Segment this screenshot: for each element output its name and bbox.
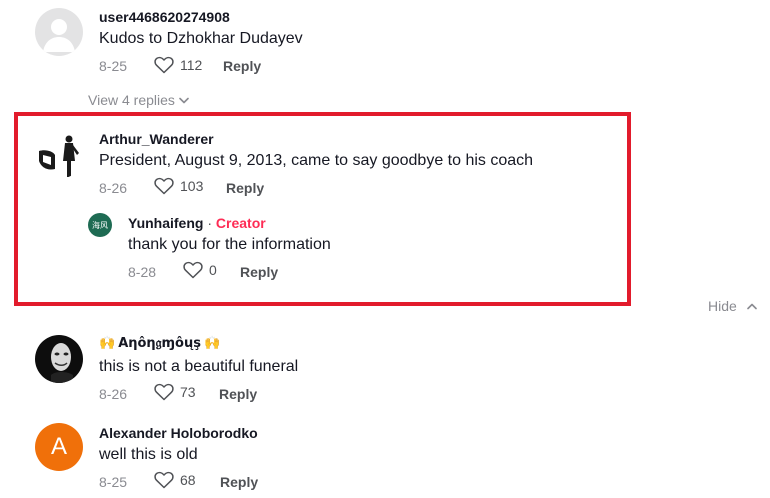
- creator-badge: Creator: [215, 215, 266, 231]
- heart-icon: [154, 471, 174, 489]
- view-replies-label: View 4 replies: [88, 92, 175, 108]
- like-count: 112: [180, 57, 203, 73]
- reply-username-line: Yunhaifeng · Creator: [128, 215, 266, 231]
- emoji-raising-hands: 🙌: [203, 336, 221, 351]
- comment-username[interactable]: Aηôη𝔤ɱôųş: [118, 336, 201, 351]
- heart-icon: [154, 177, 174, 195]
- comment-text: well this is old: [99, 446, 198, 463]
- like-button[interactable]: 68: [154, 471, 196, 489]
- view-replies-button[interactable]: View 4 replies: [88, 92, 189, 108]
- hide-label: Hide: [708, 298, 737, 314]
- emoji-raising-hands: 🙌: [99, 336, 116, 351]
- comment-date: 8-25: [99, 474, 128, 490]
- reply-button[interactable]: Reply: [223, 58, 261, 74]
- reply-username[interactable]: Yunhaifeng: [128, 215, 203, 231]
- reply-button[interactable]: Reply: [219, 386, 257, 402]
- comment-text: Kudos to Dzhokhar Dudayev: [99, 30, 303, 47]
- avatar[interactable]: [35, 335, 83, 383]
- like-button[interactable]: 103: [154, 177, 203, 195]
- comment-username[interactable]: Alexander Holoborodko: [99, 425, 258, 441]
- avatar-letter: A: [50, 433, 67, 460]
- like-count: 68: [180, 472, 196, 488]
- masked-face-avatar-icon: [51, 343, 73, 383]
- avatar-text: 海风: [92, 220, 108, 230]
- heart-icon: [154, 56, 174, 74]
- comment-username-line: 🙌 Aηôη𝔤ɱôųş 🙌: [99, 336, 220, 351]
- like-button[interactable]: 112: [154, 56, 202, 74]
- reply-button[interactable]: Reply: [240, 264, 278, 280]
- like-button[interactable]: 73: [154, 383, 196, 401]
- hide-replies-button[interactable]: Hide: [708, 298, 757, 314]
- like-count: 73: [180, 384, 196, 400]
- reply-button[interactable]: Reply: [220, 474, 258, 490]
- reply-button[interactable]: Reply: [226, 180, 264, 196]
- chevron-up-icon: [746, 303, 757, 309]
- comment-username[interactable]: Arthur_Wanderer: [99, 131, 214, 147]
- comment-date: 8-25: [99, 58, 128, 74]
- avatar[interactable]: A: [35, 423, 83, 471]
- comment-text: President, August 9, 2013, came to say g…: [99, 152, 534, 169]
- heart-icon: [154, 383, 174, 401]
- chevron-down-icon: [179, 97, 189, 103]
- reply-date: 8-28: [128, 264, 157, 280]
- heart-icon: [183, 261, 203, 279]
- avatar[interactable]: 海风: [88, 213, 112, 237]
- like-button[interactable]: 0: [183, 261, 217, 279]
- reply-text: thank you for the information: [128, 236, 331, 253]
- comment-date: 8-26: [99, 386, 128, 402]
- avatar[interactable]: [35, 8, 83, 56]
- like-count: 103: [180, 178, 204, 194]
- avatar[interactable]: [35, 131, 83, 179]
- comment-date: 8-26: [99, 180, 128, 196]
- default-avatar-icon: [43, 19, 75, 52]
- separator: ·: [207, 215, 213, 231]
- silhouette-avatar-icon: [39, 135, 79, 177]
- comment-username[interactable]: user4468620274908: [99, 9, 230, 25]
- comment-text: this is not a beautiful funeral: [99, 358, 299, 375]
- like-count: 0: [209, 262, 217, 278]
